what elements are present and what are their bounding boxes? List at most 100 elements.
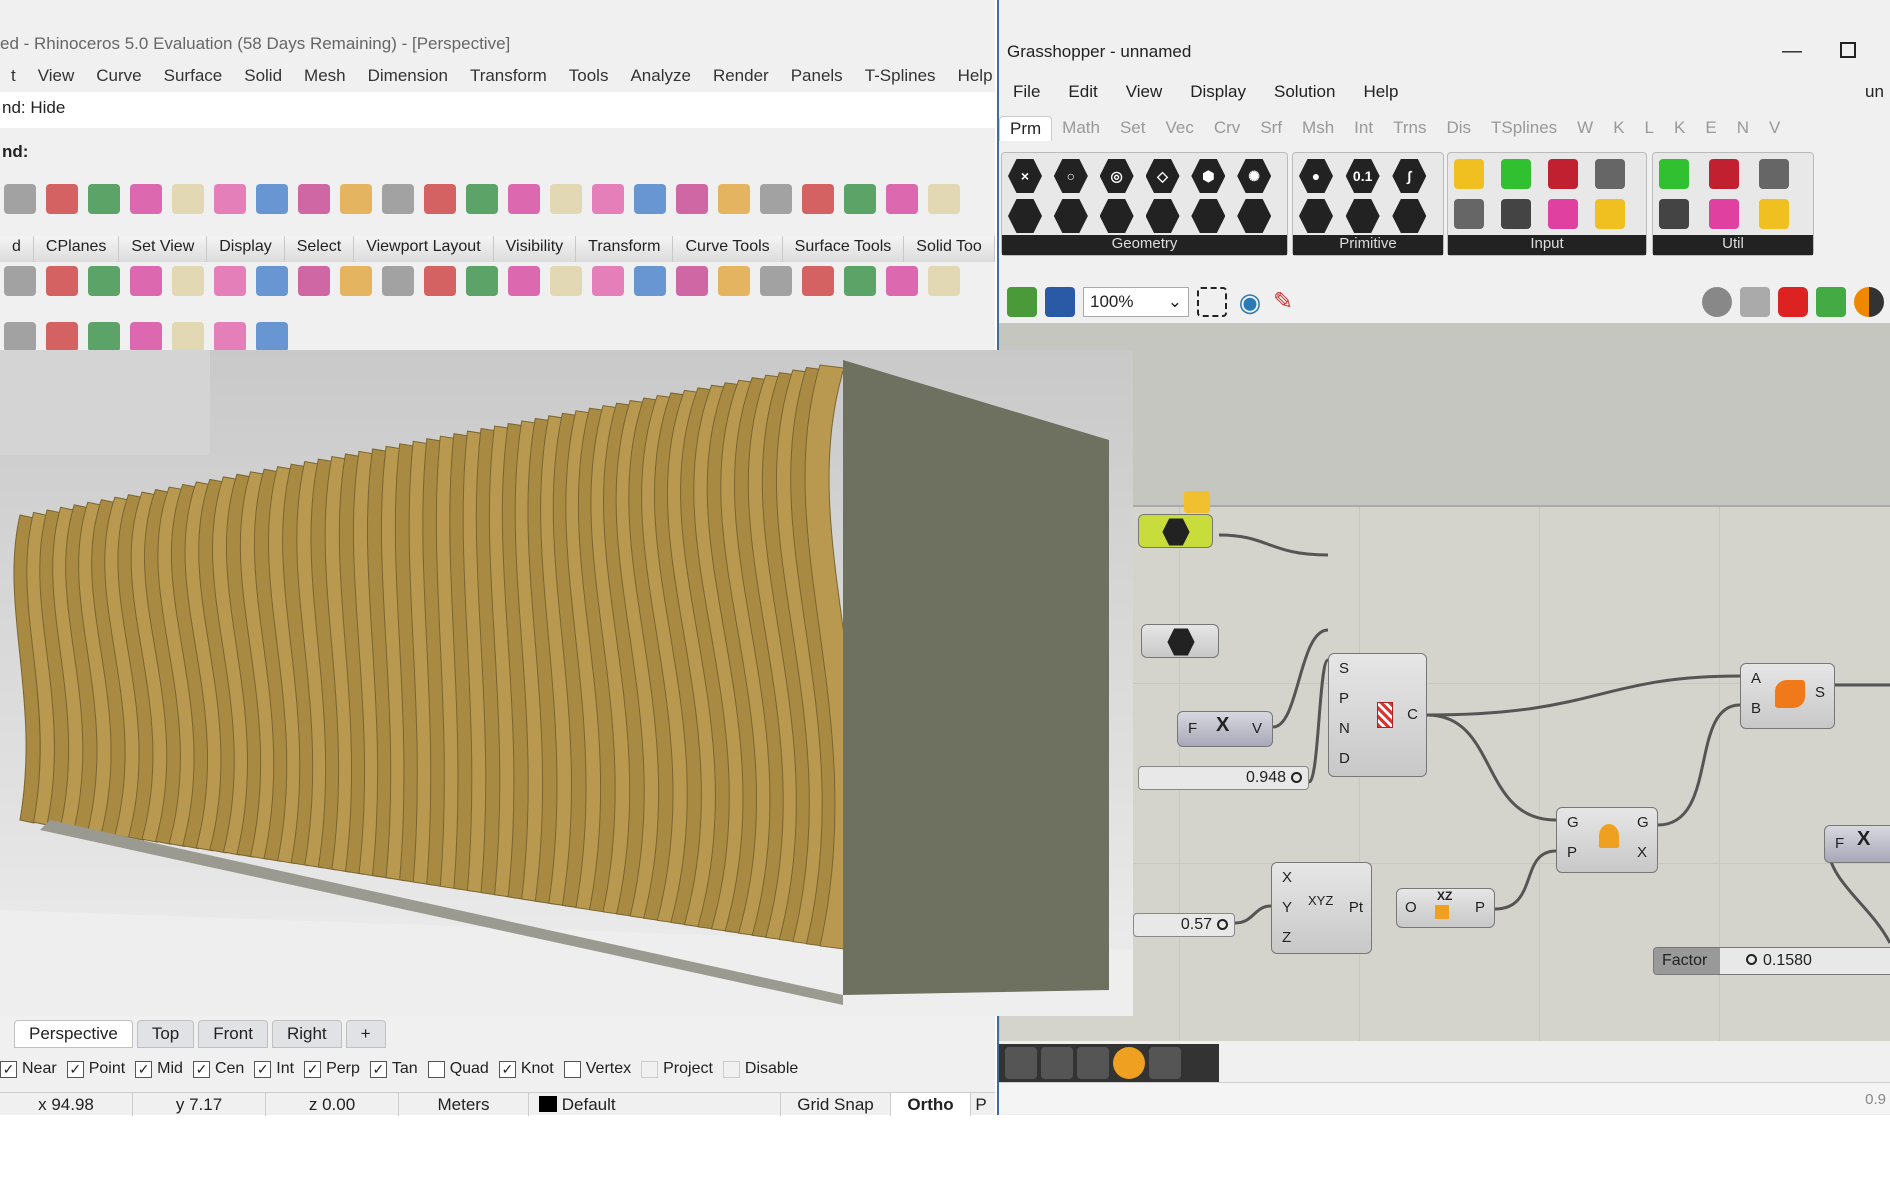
component-icon[interactable] bbox=[1454, 159, 1484, 189]
component-icon[interactable] bbox=[1709, 159, 1739, 189]
open-file-icon[interactable] bbox=[1007, 287, 1037, 317]
tool-icon[interactable] bbox=[88, 184, 120, 214]
tool-icon[interactable] bbox=[298, 266, 330, 296]
tool-icon[interactable] bbox=[802, 184, 834, 214]
checkbox[interactable]: ✓ bbox=[0, 1060, 17, 1078]
gh-tab[interactable]: Int bbox=[1344, 116, 1383, 141]
preview-eye-icon[interactable]: ◉ bbox=[1235, 287, 1265, 317]
tool-icon[interactable] bbox=[592, 266, 624, 296]
component-icon[interactable] bbox=[1191, 199, 1226, 233]
menu-curve[interactable]: Curve bbox=[85, 66, 152, 86]
speaker-icon[interactable] bbox=[1149, 1047, 1181, 1079]
construct-point-component[interactable]: X Y Z Pt XYZ bbox=[1271, 862, 1372, 954]
tool-icon[interactable] bbox=[4, 322, 36, 352]
component-icon[interactable] bbox=[1008, 199, 1042, 233]
component-icon[interactable] bbox=[1709, 199, 1739, 229]
tool-icon[interactable] bbox=[172, 184, 204, 214]
component-icon[interactable]: × bbox=[1008, 159, 1042, 193]
component-icon[interactable] bbox=[1659, 199, 1689, 229]
ribbon-group-label[interactable]: Geometry bbox=[1002, 235, 1287, 255]
points-icon[interactable] bbox=[1077, 1047, 1109, 1079]
curve-component[interactable]: SPND C bbox=[1328, 653, 1427, 777]
input-port-s[interactable]: S bbox=[1339, 660, 1349, 677]
component-icon[interactable] bbox=[1099, 199, 1134, 233]
gh-menu-file[interactable]: File bbox=[999, 82, 1054, 102]
tool-icon[interactable] bbox=[130, 266, 162, 296]
component-icon[interactable]: 0.1 bbox=[1345, 159, 1380, 193]
component-icon[interactable]: ∫ bbox=[1392, 159, 1427, 193]
component-icon[interactable] bbox=[1501, 159, 1531, 189]
component-icon[interactable] bbox=[1548, 159, 1578, 189]
input-port-x[interactable]: X bbox=[1282, 869, 1292, 886]
component-icon[interactable] bbox=[1595, 159, 1625, 189]
tool-icon[interactable] bbox=[466, 266, 498, 296]
viewport-tab-front[interactable]: Front bbox=[198, 1020, 268, 1048]
tool-icon[interactable] bbox=[130, 184, 162, 214]
orient-component[interactable]: G P G X bbox=[1556, 807, 1658, 873]
component-icon[interactable] bbox=[1392, 199, 1427, 233]
gh-tab[interactable]: Set bbox=[1110, 116, 1156, 141]
maximize-button[interactable] bbox=[1840, 42, 1856, 58]
tool-icon[interactable] bbox=[634, 266, 666, 296]
tool-icon[interactable] bbox=[634, 184, 666, 214]
menu-solid[interactable]: Solid bbox=[233, 66, 293, 86]
slider-grip[interactable] bbox=[1746, 954, 1757, 965]
wireframe-icon[interactable] bbox=[1740, 287, 1770, 317]
checkbox[interactable]: ✓ bbox=[304, 1060, 322, 1078]
tool-icon[interactable] bbox=[88, 322, 120, 352]
gh-tab[interactable]: L bbox=[1635, 116, 1664, 141]
sphere-icon[interactable] bbox=[1113, 1047, 1145, 1079]
output-port[interactable]: Pt bbox=[1349, 899, 1363, 916]
toolbar-tab[interactable]: d bbox=[0, 236, 34, 262]
tool-icon[interactable] bbox=[382, 266, 414, 296]
planar-toggle[interactable]: P bbox=[971, 1093, 991, 1116]
ortho-toggle[interactable]: Ortho bbox=[891, 1093, 971, 1116]
plane-component[interactable]: O XZ P bbox=[1396, 888, 1495, 928]
viewport-tab-perspective[interactable]: Perspective bbox=[14, 1020, 133, 1048]
tool-icon[interactable] bbox=[844, 184, 876, 214]
tool-icon[interactable] bbox=[886, 184, 918, 214]
gh-tab[interactable]: K bbox=[1603, 116, 1634, 141]
gh-menu-solution[interactable]: Solution bbox=[1260, 82, 1349, 102]
tool-icon[interactable] bbox=[760, 184, 792, 214]
tool-icon[interactable] bbox=[172, 266, 204, 296]
tool-icon[interactable] bbox=[4, 266, 36, 296]
input-port-z[interactable]: Z bbox=[1282, 929, 1291, 946]
menu-t[interactable]: t bbox=[0, 66, 27, 86]
ribbon-group-label[interactable]: Input bbox=[1448, 235, 1646, 255]
component-icon[interactable] bbox=[1759, 159, 1789, 189]
gh-menu-edit[interactable]: Edit bbox=[1054, 82, 1111, 102]
slider-grip[interactable] bbox=[1291, 772, 1302, 783]
menu-help[interactable]: Help bbox=[947, 66, 1004, 86]
tool-icon[interactable] bbox=[550, 266, 582, 296]
checkbox[interactable]: ✓ bbox=[254, 1060, 272, 1078]
command-prompt[interactable]: nd: bbox=[0, 136, 995, 172]
gh-tab[interactable]: E bbox=[1695, 116, 1726, 141]
tool-icon[interactable] bbox=[718, 266, 750, 296]
toolbar-tab[interactable]: Transform bbox=[576, 236, 674, 262]
gh-menu-help[interactable]: Help bbox=[1349, 82, 1412, 102]
gh-menu-view[interactable]: View bbox=[1112, 82, 1177, 102]
osnap-near[interactable]: ✓ Near bbox=[0, 1060, 57, 1078]
component-icon[interactable] bbox=[1759, 199, 1789, 229]
factor-slider[interactable]: Factor 0.1580 bbox=[1653, 947, 1890, 975]
gh-tab[interactable]: W bbox=[1567, 116, 1603, 141]
checkbox[interactable]: ✓ bbox=[369, 1060, 387, 1078]
toolbar-tab[interactable]: CPlanes bbox=[33, 236, 120, 262]
doc-name[interactable]: un bbox=[1865, 82, 1884, 102]
menu-render[interactable]: Render bbox=[702, 66, 780, 86]
menu-panels[interactable]: Panels bbox=[780, 66, 854, 86]
toolbar-tab[interactable]: Select bbox=[284, 236, 355, 262]
menu-view[interactable]: View bbox=[27, 66, 86, 86]
ribbon-group-label[interactable]: Primitive bbox=[1293, 235, 1443, 255]
tool-icon[interactable] bbox=[256, 322, 288, 352]
gh-tab[interactable]: N bbox=[1727, 116, 1759, 141]
menu-tools[interactable]: Tools bbox=[558, 66, 620, 86]
menu-analyze[interactable]: Analyze bbox=[619, 66, 701, 86]
gh-tab[interactable]: Math bbox=[1052, 116, 1110, 141]
slider-grip[interactable] bbox=[1217, 919, 1228, 930]
component-icon[interactable] bbox=[1595, 199, 1625, 229]
tool-icon[interactable] bbox=[508, 184, 540, 214]
component-icon[interactable] bbox=[1053, 199, 1088, 233]
menu-transform[interactable]: Transform bbox=[459, 66, 558, 86]
